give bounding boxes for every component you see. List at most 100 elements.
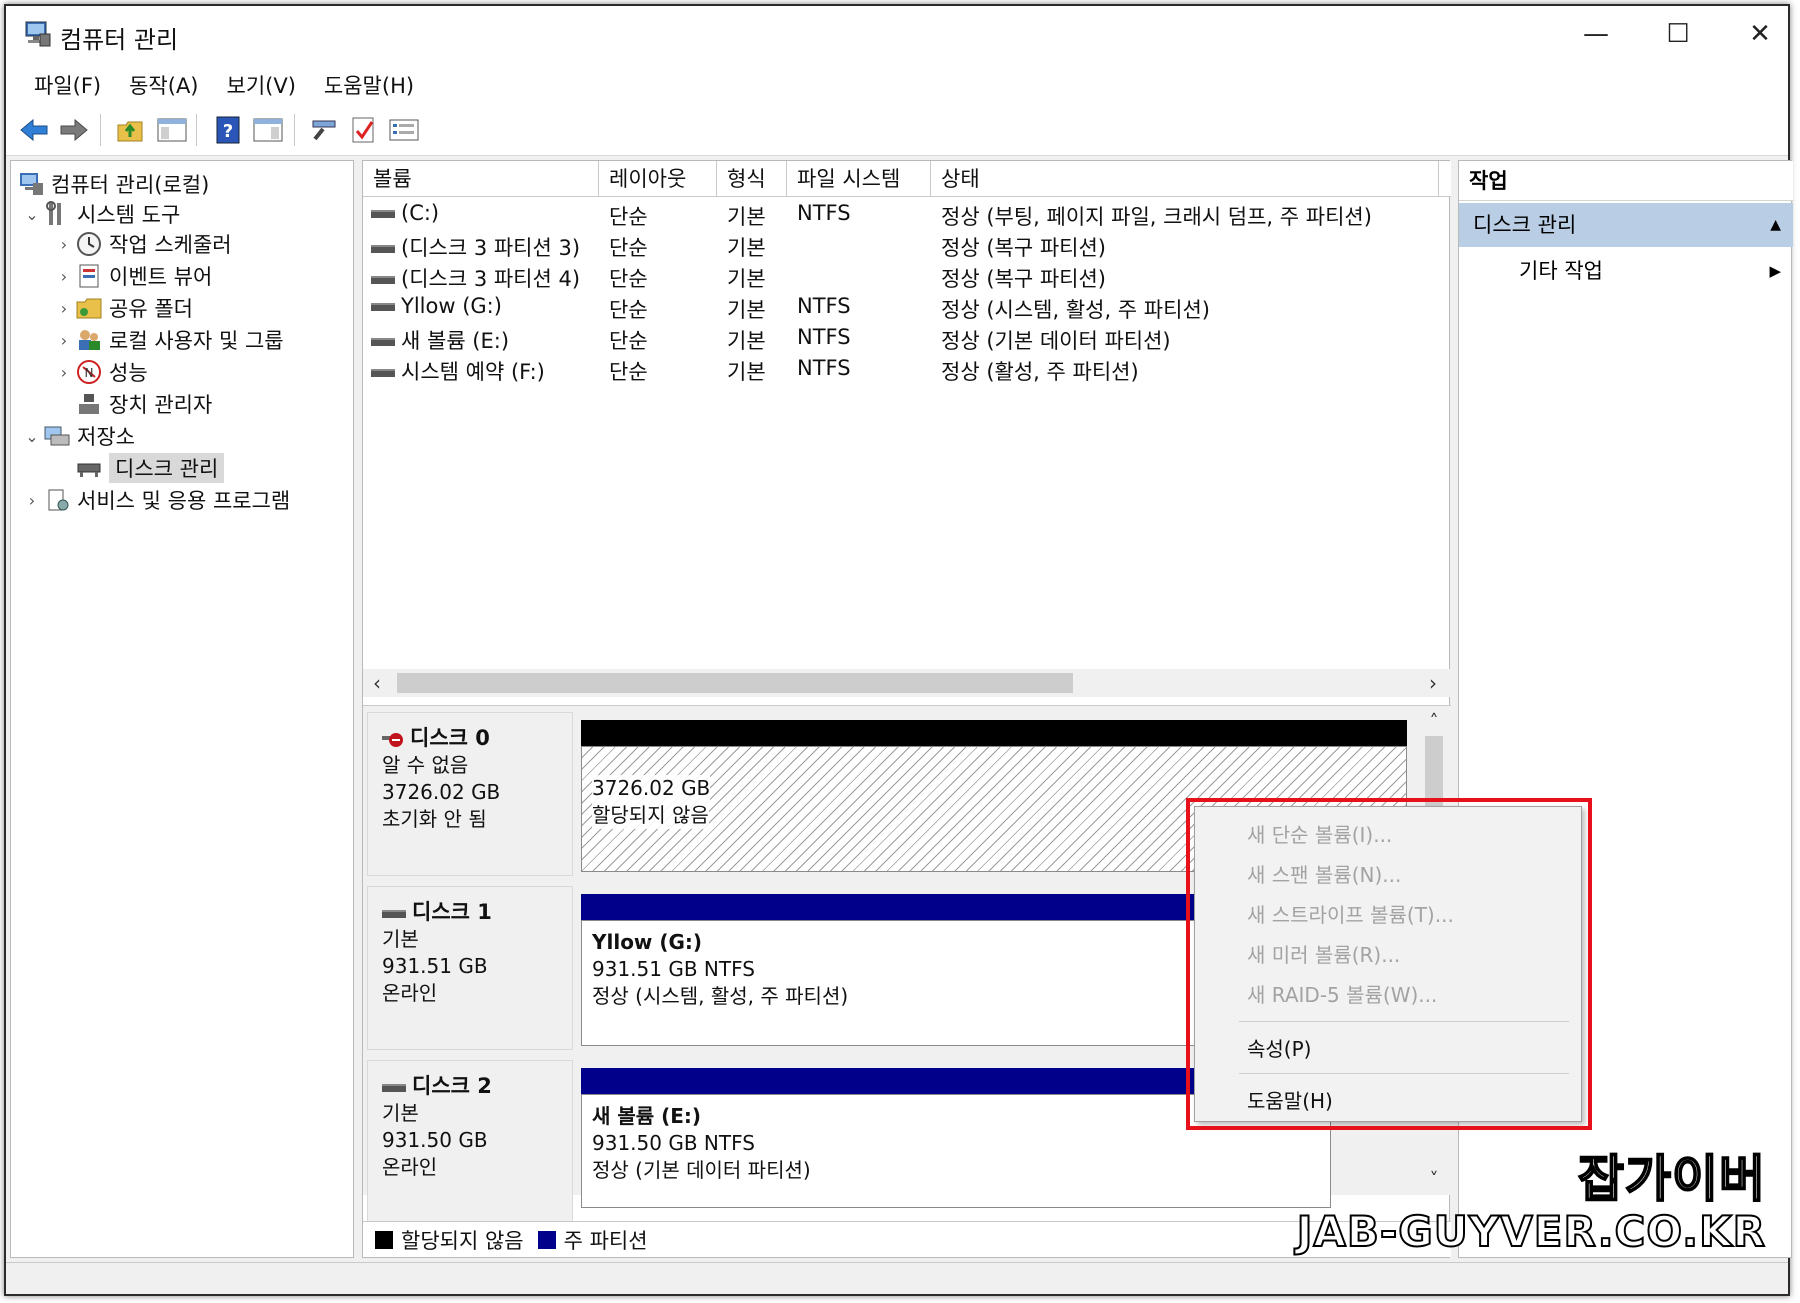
connect-icon[interactable] [308,114,340,146]
action-more-actions[interactable]: 기타 작업 ▶ [1459,251,1793,291]
menu-bar: 파일(F) 동작(A) 보기(V) 도움말(H) [6,62,1788,104]
disk-name: 디스크 2 [412,1074,492,1098]
disk-info[interactable]: 디스크 2 기본 931.50 GB 온라인 [367,1060,573,1224]
collapse-up-icon[interactable]: ▲ [1770,203,1781,247]
volume-layout: 단순 [609,329,648,353]
volume-row[interactable]: 새 볼륨 (E:) 단순 기본 NTFS 정상 (기본 데이터 파티션) [363,323,1451,354]
tree-item-event-viewer[interactable]: › 이벤트 뷰어 [53,261,212,291]
volume-file-system: NTFS [797,325,851,349]
volume-status: 정상 (활성, 주 파티션) [941,360,1139,384]
scroll-left-icon[interactable]: ‹ [363,669,391,697]
chevron-down-icon[interactable]: ⌄ [21,427,43,446]
actions-section-disk-management[interactable]: 디스크 관리 ▲ [1459,203,1793,247]
volume-name: 새 볼륨 (E:) [401,329,510,353]
column-header-file-system[interactable]: 파일 시스템 [787,161,931,197]
scrollbar-thumb[interactable] [1425,736,1443,806]
chevron-down-icon[interactable]: ⌄ [21,205,43,224]
menu-view[interactable]: 보기(V) [213,62,310,104]
back-arrow-icon[interactable] [18,114,50,146]
volume-type: 기본 [727,298,766,322]
tree-item-services-applications[interactable]: › 서비스 및 응용 프로그램 [21,485,290,515]
checklist-icon[interactable] [348,114,380,146]
volume-status: 정상 (복구 파티션) [941,236,1106,260]
volume-row[interactable]: (디스크 3 파티션 4) 단순 기본 정상 (복구 파티션) [363,261,1451,292]
drive-icon [371,276,395,284]
disk-size: 931.50 GB [382,1128,488,1152]
partition-size: 931.50 GB NTFS [592,1131,755,1155]
column-header-volume[interactable]: 볼륨 [363,161,599,197]
disk-type: 알 수 없음 [382,753,469,777]
tree-item-storage[interactable]: ⌄ 저장소 [21,421,135,451]
scrollbar-thumb[interactable] [397,673,1073,693]
chevron-right-icon[interactable]: › [53,331,75,350]
volume-type: 기본 [727,329,766,353]
disk-info[interactable]: 디스크 0 알 수 없음 3726.02 GB 초기화 안 됨 [367,712,573,876]
volume-row[interactable]: (C:) 단순 기본 NTFS 정상 (부팅, 페이지 파일, 크래시 덤프, … [363,199,1451,230]
tree-label: 로컬 사용자 및 그룹 [109,329,284,353]
storage-icon [44,426,70,446]
scroll-right-icon[interactable]: › [1419,669,1447,697]
tree-item-disk-management[interactable]: 디스크 관리 [53,453,225,483]
column-header-layout[interactable]: 레이아웃 [599,161,717,197]
volume-row[interactable]: (디스크 3 파티션 3) 단순 기본 정상 (복구 파티션) [363,230,1451,261]
volume-layout: 단순 [609,298,648,322]
watermark: 잡가이버 JAB-GUYVER.CO.KR [1296,1149,1766,1257]
disk-error-icon [382,732,403,747]
close-button[interactable]: ✕ [1730,16,1790,52]
chevron-right-icon[interactable]: › [53,363,75,382]
volume-row[interactable]: 시스템 예약 (F:) 단순 기본 NTFS 정상 (활성, 주 파티션) [363,354,1451,385]
scroll-up-icon[interactable]: ˄ [1421,710,1447,734]
disk-name: 디스크 1 [412,900,492,924]
disk-status: 온라인 [382,981,438,1005]
column-header-type[interactable]: 형식 [717,161,787,197]
disk-status: 초기화 안 됨 [382,807,487,831]
minimize-button[interactable]: — [1566,16,1626,52]
submenu-arrow-icon: ▶ [1769,262,1781,280]
volume-name: (디스크 3 파티션 4) [401,267,581,291]
menu-help[interactable]: 도움말(H) [310,62,428,104]
tree-label: 장치 관리자 [109,393,213,417]
chevron-right-icon[interactable]: › [21,491,43,510]
drive-icon [371,303,395,311]
volume-row[interactable]: Yllow (G:) 단순 기본 NTFS 정상 (시스템, 활성, 주 파티션… [363,292,1451,323]
volume-type: 기본 [727,236,766,260]
svg-text:N: N [85,366,94,380]
svg-text:?: ? [223,121,233,142]
tree-item-performance[interactable]: › N 성능 [53,357,148,387]
tree-item-root[interactable]: 컴퓨터 관리(로컬) [17,169,209,199]
up-folder-icon[interactable] [114,114,146,146]
tree-item-local-users-groups[interactable]: › 로컬 사용자 및 그룹 [53,325,284,355]
menu-action[interactable]: 동작(A) [115,62,212,104]
volume-layout: 단순 [609,267,648,291]
disk-size: 3726.02 GB [382,780,501,804]
watermark-english: JAB-GUYVER.CO.KR [1296,1207,1766,1257]
tree-item-task-scheduler[interactable]: › 작업 스케줄러 [53,229,232,259]
help-icon[interactable]: ? [212,114,244,146]
maximize-button[interactable]: ☐ [1648,16,1708,52]
show-hide-action-pane-icon[interactable] [252,114,284,146]
window-title: 컴퓨터 관리 [60,26,179,54]
disk-status: 온라인 [382,1155,438,1179]
properties-list-icon[interactable] [388,114,420,146]
forward-arrow-icon[interactable] [58,114,90,146]
chevron-right-icon[interactable]: › [53,267,75,286]
tree-item-device-manager[interactable]: 장치 관리자 [53,389,212,419]
device-manager-icon [79,394,99,414]
volume-status: 정상 (시스템, 활성, 주 파티션) [941,298,1210,322]
drive-icon [371,338,395,346]
chevron-right-icon[interactable]: › [53,299,75,318]
tree-label: 저장소 [77,425,135,449]
tree-label: 시스템 도구 [77,203,181,227]
event-viewer-icon [79,264,99,288]
tree-item-system-tools[interactable]: ⌄ 시스템 도구 [21,199,180,229]
show-hide-console-tree-icon[interactable] [156,114,188,146]
tree-item-shared-folders[interactable]: › 공유 폴더 [53,293,193,323]
partition-status: 할당되지 않음 [592,802,709,829]
disk-info[interactable]: 디스크 1 기본 931.51 GB 온라인 [367,886,573,1050]
column-header-status[interactable]: 상태 [931,161,1439,197]
tree-label: 컴퓨터 관리(로컬) [51,173,210,197]
tree-label: 작업 스케줄러 [109,233,232,257]
horizontal-scrollbar[interactable]: ‹ › [363,669,1451,697]
chevron-right-icon[interactable]: › [53,235,75,254]
menu-file[interactable]: 파일(F) [20,62,115,104]
